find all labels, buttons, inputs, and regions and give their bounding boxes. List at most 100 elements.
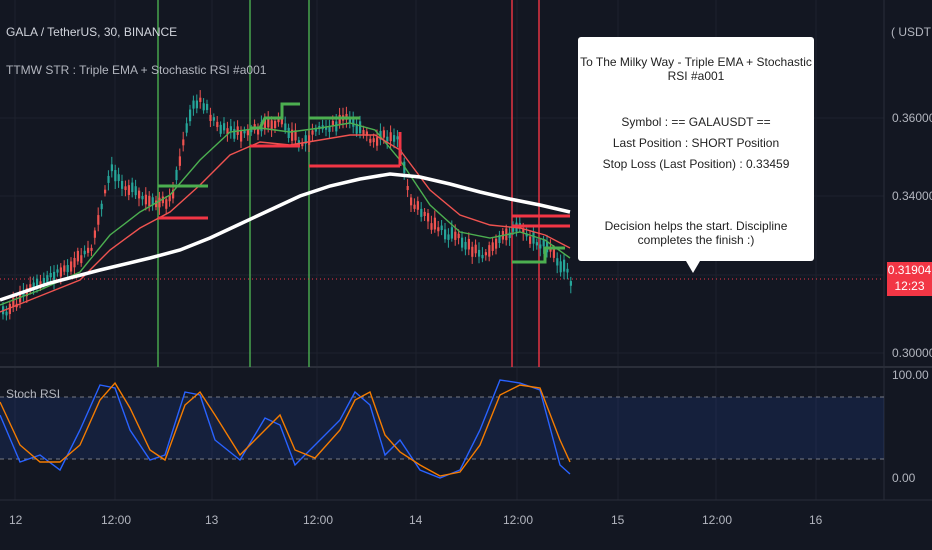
candle-body — [131, 182, 134, 193]
candle-body — [138, 190, 141, 199]
candle-body — [512, 227, 515, 232]
time-label: 12:00 — [503, 513, 534, 527]
time-label: 13 — [205, 513, 219, 527]
candle-body — [199, 97, 202, 102]
candle-body — [569, 281, 572, 286]
candle-body — [240, 129, 243, 142]
candle-body — [76, 250, 79, 262]
candle-body — [202, 103, 205, 111]
candle-body — [457, 233, 460, 239]
candle-body — [56, 269, 59, 273]
candle-body — [532, 232, 535, 244]
candle-body — [563, 259, 566, 272]
candle-body — [216, 121, 219, 128]
candle-body — [93, 230, 96, 238]
candle-body — [66, 265, 69, 273]
candle-body — [121, 180, 124, 189]
popup-stop-loss: Stop Loss (Last Position) : 0.33459 — [602, 157, 790, 171]
candle-body — [144, 194, 147, 205]
candle-body — [566, 268, 569, 273]
stoch-label-0: 0.00 — [892, 471, 916, 485]
candle-body — [192, 100, 195, 109]
candle-body — [148, 195, 151, 207]
candle-body — [134, 186, 137, 196]
candle-body — [90, 247, 93, 251]
popup-symbol: Symbol : == GALAUSDT == — [621, 115, 771, 129]
popup-motto: Decision helps the start. Discipline com… — [604, 219, 788, 247]
stoch-rsi-title[interactable]: Stoch RSI — [6, 387, 60, 401]
strategy-title[interactable]: TTMW STR : Triple EMA + Stochastic RSI #… — [6, 63, 266, 77]
price-label-mid: 0.34000 — [892, 189, 932, 203]
candle-body — [352, 118, 355, 127]
candle-body — [114, 170, 117, 182]
candle-body — [189, 109, 192, 122]
candle-body — [80, 255, 83, 264]
time-label: 12 — [9, 513, 23, 527]
candle-body — [83, 250, 86, 255]
candle-body — [362, 130, 365, 135]
candle-body — [141, 196, 144, 200]
candle-body — [491, 242, 494, 251]
candle-body — [406, 185, 409, 191]
candle-body — [423, 211, 426, 216]
popup-last-position: Last Position : SHORT Position — [612, 136, 780, 150]
candle-body — [535, 242, 538, 246]
candle-body — [430, 223, 433, 230]
candle-body — [416, 201, 419, 210]
candle-body — [117, 174, 120, 181]
candle-body — [182, 139, 185, 146]
candle-body — [440, 225, 443, 231]
price-label-low: 0.30000 — [892, 346, 932, 360]
popup-pointer — [686, 261, 700, 273]
candle-body — [481, 254, 484, 259]
candle-body — [556, 258, 559, 266]
candle-body — [175, 169, 178, 181]
candle-body — [444, 229, 447, 240]
candle-body — [495, 238, 498, 249]
candle-body — [382, 130, 385, 138]
candle-body — [369, 138, 372, 143]
candle-body — [454, 231, 457, 240]
popup-title: To The Milky Way - Triple EMA + Stochast… — [580, 55, 812, 83]
stoch-band — [0, 397, 884, 459]
candle-body — [413, 204, 416, 209]
candle-body — [552, 248, 555, 258]
candle-body — [427, 213, 430, 222]
candle-body — [478, 249, 481, 257]
candle-body — [107, 175, 110, 183]
candle-body — [185, 123, 188, 133]
candle-body — [165, 199, 168, 209]
candle-body — [63, 265, 66, 272]
candle-body — [420, 208, 423, 217]
candle-body — [246, 129, 249, 136]
symbol-title[interactable]: GALA / TetherUS, 30, BINANCE — [6, 25, 177, 39]
stoch-label-100: 100.00 — [892, 368, 929, 382]
candle-body — [437, 227, 440, 232]
time-label: 16 — [809, 513, 823, 527]
candle-body — [410, 197, 413, 206]
candle-body — [104, 189, 107, 194]
candle-body — [5, 311, 8, 316]
time-label: 14 — [409, 513, 423, 527]
candle-body — [209, 114, 212, 121]
candle-body — [529, 236, 532, 244]
time-label: 15 — [611, 513, 625, 527]
candle-body — [539, 244, 542, 249]
candle-body — [450, 227, 453, 239]
candle-body — [386, 136, 389, 142]
candle-body — [73, 257, 76, 268]
candle-body — [393, 135, 396, 142]
last-price-badge[interactable]: 0.31904 12:23 — [887, 262, 932, 296]
currency-label[interactable]: ( USDT ) — [891, 25, 932, 39]
candle-body — [219, 124, 222, 134]
time-label: 12:00 — [101, 513, 132, 527]
candle-body — [195, 100, 198, 109]
bar-countdown: 12:23 — [894, 279, 925, 293]
candle-body — [229, 126, 232, 131]
candle-body — [284, 123, 287, 131]
candle-body — [110, 164, 113, 172]
candle-body — [464, 241, 467, 250]
candle-body — [467, 238, 470, 250]
candle-body — [559, 261, 562, 273]
candle-body — [484, 252, 487, 256]
